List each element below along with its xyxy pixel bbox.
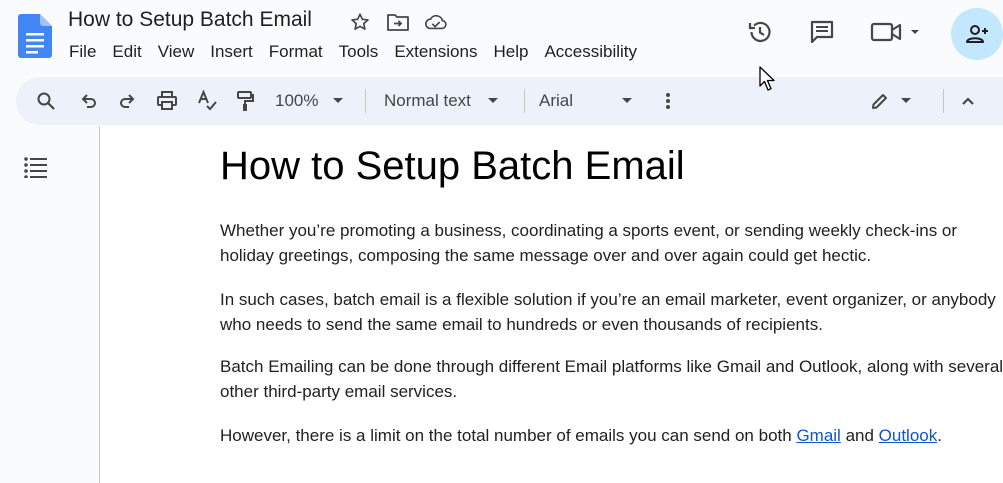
chevron-down-icon <box>487 97 499 105</box>
spellcheck-icon[interactable] <box>193 77 221 125</box>
paragraph-2[interactable]: In such cases, batch email is a flexible… <box>220 287 1003 337</box>
paragraph-style-value: Normal text <box>384 91 471 110</box>
document-page[interactable]: How to Setup Batch Email Whether you’re … <box>100 126 1003 483</box>
move-folder-icon[interactable] <box>386 10 410 34</box>
paragraph-1[interactable]: Whether you’re promoting a business, coo… <box>220 218 1003 268</box>
chevron-down-icon <box>332 97 344 105</box>
paragraph-3[interactable]: Batch Emailing can be done through diffe… <box>220 354 1003 404</box>
menu-file[interactable]: File <box>61 40 104 64</box>
document-heading[interactable]: How to Setup Batch Email <box>220 144 685 189</box>
menu-insert[interactable]: Insert <box>202 40 261 64</box>
paragraph-4-suffix: . <box>937 426 942 445</box>
outline-pane <box>0 126 100 483</box>
menu-help[interactable]: Help <box>485 40 536 64</box>
chevron-down-icon <box>621 97 633 105</box>
redo-icon[interactable] <box>113 77 141 125</box>
meet-icon[interactable] <box>868 12 924 52</box>
document-outline-icon[interactable] <box>22 154 50 180</box>
share-person-add-icon <box>964 22 990 46</box>
menu-edit[interactable]: Edit <box>104 40 149 64</box>
search-icon[interactable] <box>32 77 60 125</box>
zoom-value: 100% <box>275 91 319 110</box>
menu-accessibility[interactable]: Accessibility <box>536 40 645 64</box>
history-icon[interactable] <box>740 12 780 52</box>
mouse-cursor-icon <box>759 66 777 92</box>
more-vert-icon[interactable] <box>656 77 680 125</box>
font-select[interactable]: Arial <box>539 77 633 125</box>
outlook-link[interactable]: Outlook <box>879 426 938 445</box>
editing-mode-button[interactable] <box>866 77 916 125</box>
paint-format-icon[interactable] <box>231 77 259 125</box>
zoom-select[interactable]: 100% <box>275 77 344 125</box>
collapse-chevron-icon[interactable] <box>956 77 980 125</box>
undo-icon[interactable] <box>75 77 103 125</box>
menu-bar: File Edit View Insert Format Tools Exten… <box>61 40 645 64</box>
font-value: Arial <box>539 91 574 110</box>
document-title[interactable]: How to Setup Batch Email <box>68 8 312 32</box>
menu-extensions[interactable]: Extensions <box>386 40 485 64</box>
chevron-down-icon <box>900 97 912 105</box>
star-icon[interactable] <box>348 10 372 34</box>
paragraph-style-select[interactable]: Normal text <box>384 77 499 125</box>
edit-pencil-icon <box>870 91 890 111</box>
toolbar: 100% Normal text Arial <box>16 77 1003 125</box>
cloud-saved-icon[interactable] <box>424 10 448 34</box>
share-button[interactable] <box>951 8 1003 60</box>
docs-logo-icon[interactable] <box>18 14 52 58</box>
menu-tools[interactable]: Tools <box>331 40 387 64</box>
menu-format[interactable]: Format <box>261 40 331 64</box>
paragraph-4-prefix: However, there is a limit on the total n… <box>220 426 797 445</box>
print-icon[interactable] <box>153 77 181 125</box>
menu-view[interactable]: View <box>150 40 203 64</box>
comments-icon[interactable] <box>802 12 842 52</box>
paragraph-4-middle: and <box>840 426 879 445</box>
gmail-link[interactable]: Gmail <box>796 426 840 445</box>
paragraph-4[interactable]: However, there is a limit on the total n… <box>220 423 1003 448</box>
